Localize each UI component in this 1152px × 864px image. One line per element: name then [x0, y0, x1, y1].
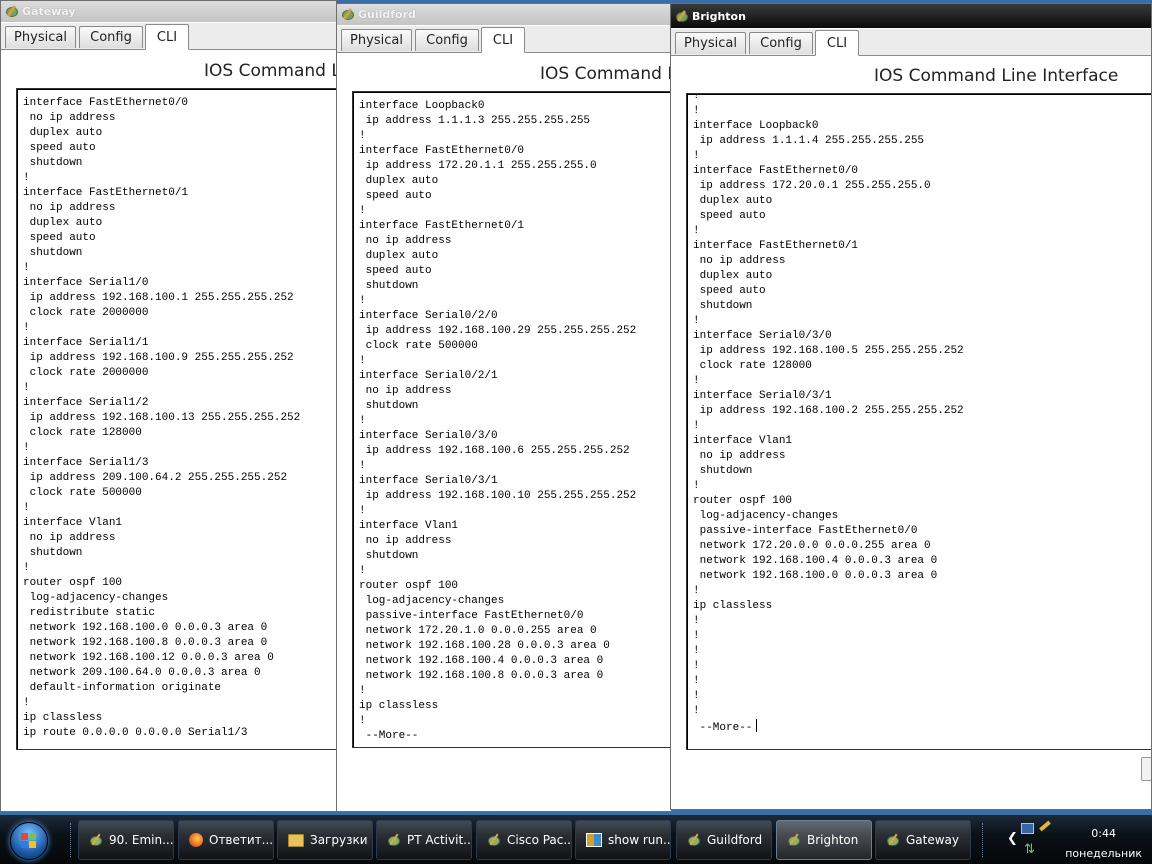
tab-config[interactable]: Config [79, 26, 143, 48]
taskbar-label: Brighton [807, 833, 859, 847]
guildford-titlebar[interactable]: Guildford [337, 4, 671, 25]
guildford-window[interactable]: Guildford Physical Config CLI IOS Comman… [336, 3, 672, 812]
cli-console[interactable]: ! ! interface Loopback0 ip address 1.1.1… [686, 93, 1151, 750]
system-tray: ❮ ⇅ 0:44 понедельник [1007, 815, 1152, 864]
packet-tracer-icon [787, 833, 801, 847]
taskbar-label: Gateway [906, 833, 960, 847]
window-title: Gateway [22, 5, 76, 18]
start-button[interactable] [0, 818, 58, 863]
taskbar-separator [982, 823, 985, 857]
packet-tracer-icon [341, 8, 354, 21]
folder-icon [288, 833, 304, 847]
packet-tracer-icon [487, 833, 501, 847]
taskbar-label: Cisco Pac... [507, 833, 572, 847]
taskbar-button-cisco-packet[interactable]: Cisco Pac... [476, 820, 572, 860]
packet-tracer-icon [886, 833, 900, 847]
tab-physical[interactable]: Physical [5, 26, 76, 48]
clock-day: понедельник [1065, 847, 1142, 860]
cli-output: ! ! interface Loopback0 ip address 1.1.1… [687, 93, 1151, 736]
clock[interactable]: 0:44 понедельник [1065, 824, 1142, 864]
windows-icon[interactable] [1021, 823, 1034, 834]
ios-heading: IOS Command L [540, 64, 672, 84]
taskbar-label: PT Activit... [407, 833, 472, 847]
brighton-titlebar[interactable]: Brighton [671, 4, 1151, 28]
taskbar-label: show run... [608, 833, 671, 847]
taskbar-label: Загрузки [310, 833, 368, 847]
gateway-window[interactable]: Gateway Physical Config CLI IOS Command … [0, 0, 337, 812]
tab-physical[interactable]: Physical [341, 29, 412, 51]
cli-panel: IOS Command L ! interface Loopback0 ip a… [337, 53, 671, 811]
taskbar-button-emin[interactable]: 90. Emin... [78, 820, 174, 860]
tab-bar: Physical Config CLI [337, 26, 671, 53]
packet-tracer-icon [687, 833, 701, 847]
packet-tracer-icon [387, 833, 401, 847]
cli-output: ! interface FastEthernet0/0 no ip addres… [23, 88, 301, 739]
taskbar-label: Ответит... [209, 833, 274, 847]
packet-tracer-icon [5, 5, 18, 18]
network-icon[interactable]: ⇅ [1024, 843, 1038, 856]
tab-bar: Physical Config CLI [671, 29, 1151, 56]
tab-cli[interactable]: CLI [481, 27, 525, 53]
text-cursor [756, 719, 758, 732]
taskbar-label: 90. Emin... [109, 833, 174, 847]
taskbar-button-firefox[interactable]: Ответит... [178, 820, 274, 860]
windows-logo-icon [10, 821, 48, 860]
cli-console[interactable]: ! interface FastEthernet0/0 no ip addres… [16, 88, 336, 750]
taskbar-button-downloads[interactable]: Загрузки [277, 820, 373, 860]
window-title: Brighton [692, 9, 746, 23]
gateway-titlebar[interactable]: Gateway [1, 1, 336, 22]
packet-tracer-icon [89, 833, 103, 847]
partial-button[interactable] [1141, 757, 1151, 781]
cli-console[interactable]: ! interface Loopback0 ip address 1.1.1.3… [352, 91, 671, 748]
packet-tracer-icon [675, 10, 688, 23]
taskbar-button-brighton[interactable]: Brighton [776, 820, 872, 860]
taskbar-separator [70, 823, 73, 857]
cli-output: ! interface Loopback0 ip address 1.1.1.3… [359, 91, 637, 742]
window-title: Guildford [358, 8, 416, 21]
cli-text: ! ! interface Loopback0 ip address 1.1.1… [693, 93, 964, 734]
ios-heading: IOS Command Line Interface [874, 66, 1119, 86]
document-icon [586, 833, 602, 847]
brighton-window[interactable]: Brighton Physical Config CLI IOS Command… [670, 3, 1152, 810]
firefox-icon [189, 833, 203, 847]
taskbar-button-pt-activity[interactable]: PT Activit... [376, 820, 472, 860]
tab-cli[interactable]: CLI [815, 30, 859, 56]
tab-bar: Physical Config CLI [1, 23, 336, 50]
cli-panel: IOS Command L ! interface FastEthernet0/… [1, 50, 336, 811]
taskbar-label: Guildford [707, 833, 763, 847]
taskbar-button-gateway[interactable]: Gateway [875, 820, 971, 860]
ios-heading: IOS Command L [204, 61, 337, 81]
clock-time: 0:44 [1091, 827, 1116, 840]
tab-physical[interactable]: Physical [675, 32, 746, 54]
chevron-left-icon[interactable]: ❮ [1007, 831, 1018, 846]
tab-cli[interactable]: CLI [145, 24, 189, 50]
taskbar: 90. Emin... Ответит... Загрузки PT Activ… [0, 815, 1152, 864]
pencil-icon[interactable] [1039, 820, 1051, 832]
tab-config[interactable]: Config [749, 32, 813, 54]
taskbar-button-guildford[interactable]: Guildford [676, 820, 772, 860]
tab-config[interactable]: Config [415, 29, 479, 51]
cli-panel: IOS Command Line Interface ! ! interface… [671, 56, 1151, 809]
taskbar-button-show-run[interactable]: show run... [575, 820, 671, 860]
